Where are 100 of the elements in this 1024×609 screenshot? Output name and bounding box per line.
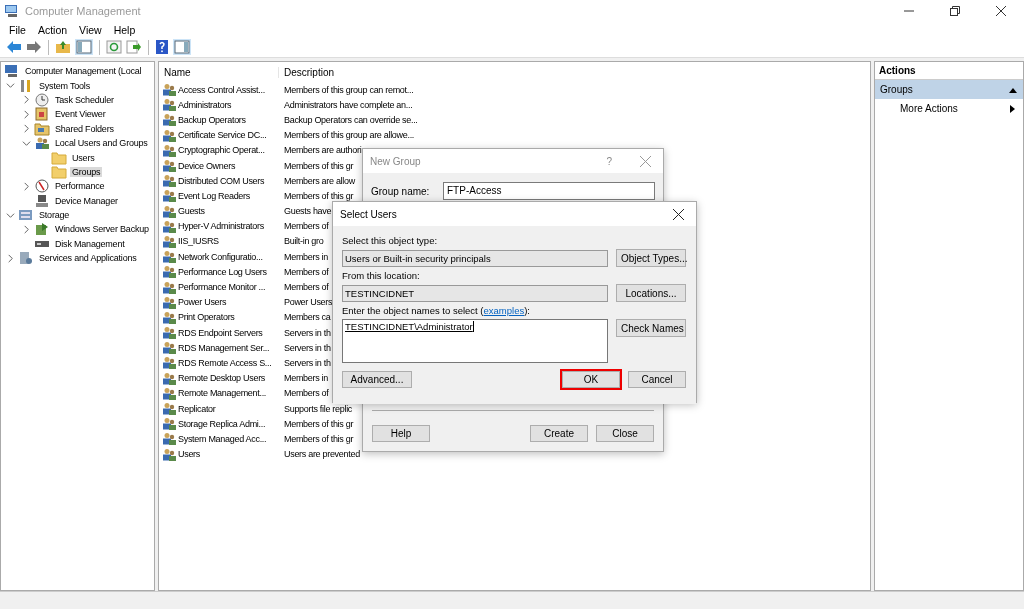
tree-item[interactable]: Shared Folders <box>53 123 116 134</box>
locations-button[interactable]: Locations... <box>616 284 686 302</box>
group-icon <box>162 341 176 355</box>
tree-item[interactable]: Computer Management (Local <box>23 66 144 77</box>
group-name[interactable]: Cryptographic Operat... <box>178 145 265 156</box>
tree-item[interactable]: Groups <box>70 166 103 177</box>
group-name[interactable]: Distributed COM Users <box>178 175 265 186</box>
chevron-right-icon[interactable] <box>22 109 31 119</box>
group-description: Members of <box>284 388 329 399</box>
group-name[interactable]: Administrators <box>178 99 232 110</box>
group-name[interactable]: Power Users <box>178 297 227 308</box>
group-icon <box>162 98 176 112</box>
group-name[interactable]: Event Log Readers <box>178 190 250 201</box>
dialog-button[interactable]: Help <box>372 425 430 442</box>
group-name[interactable]: Remote Desktop Users <box>178 373 266 384</box>
chevron-down-icon[interactable] <box>6 81 15 91</box>
dialog-button[interactable]: Advanced... <box>342 371 412 388</box>
group-name[interactable]: Replicator <box>178 403 216 414</box>
tree-item[interactable]: Disk Management <box>53 238 127 249</box>
group-name[interactable]: Performance Log Users <box>178 266 267 277</box>
menu-item[interactable]: Action <box>37 23 68 36</box>
log-icon <box>34 107 50 122</box>
dialog-title: Select Users <box>340 208 398 220</box>
group-description: Servers in th <box>284 357 331 368</box>
tree-item[interactable]: Services and Applications <box>37 253 139 264</box>
chevron-right-icon[interactable] <box>22 225 31 234</box>
chevron-right-icon[interactable] <box>22 181 31 191</box>
object-names-field[interactable]: TESTINCIDNET\Administrator <box>342 319 608 363</box>
group-name[interactable]: Storage Replica Admi... <box>178 418 266 429</box>
group-name[interactable]: Users <box>178 449 200 460</box>
tree-item[interactable]: Users <box>70 152 97 163</box>
group-description: Members in <box>284 251 328 262</box>
group-name[interactable]: System Managed Acc... <box>178 433 267 444</box>
group-name[interactable]: Device Owners <box>178 160 236 171</box>
pane-toggle-icon[interactable] <box>75 39 93 55</box>
group-name[interactable]: Access Control Assist... <box>178 84 265 95</box>
group-name[interactable]: Guests <box>178 206 205 217</box>
tree-item[interactable]: Performance <box>53 181 107 192</box>
group-description: Servers in th <box>284 327 331 338</box>
group-icon <box>162 402 176 416</box>
group-name[interactable]: Print Operators <box>178 312 235 323</box>
chevron-down-icon[interactable] <box>22 138 31 148</box>
forward-arrow-icon[interactable] <box>26 40 42 54</box>
group-description: Backup Operators can override se... <box>284 114 418 125</box>
tree-item[interactable]: System Tools <box>37 80 92 91</box>
window-title: Computer Management <box>25 5 141 17</box>
tree-item[interactable]: Storage <box>37 210 72 221</box>
group-name[interactable]: Certificate Service DC... <box>178 130 267 141</box>
menu-item[interactable]: Help <box>113 23 136 36</box>
group-name-field[interactable]: FTP-Access <box>443 182 655 200</box>
object-types-button[interactable]: Object Types... <box>616 249 686 267</box>
close-icon[interactable] <box>996 6 1006 16</box>
group-description: Members are authori <box>284 145 362 156</box>
tree-item[interactable]: Event Viewer <box>53 109 108 120</box>
group-name[interactable]: Network Configuratio... <box>178 251 263 262</box>
export-icon[interactable] <box>126 40 142 54</box>
collapse-caret-icon[interactable] <box>1009 86 1017 93</box>
group-name[interactable]: IIS_IUSRS <box>178 236 219 247</box>
group-name[interactable]: RDS Endpoint Servers <box>178 327 263 338</box>
group-icon <box>162 234 176 248</box>
group-name[interactable]: Hyper-V Administrators <box>178 221 264 232</box>
help-button[interactable]: ? <box>606 155 612 167</box>
check-names-button[interactable]: Check Names <box>616 319 686 337</box>
ok-button[interactable]: OK <box>562 371 620 388</box>
group-icon <box>162 280 176 294</box>
group-name[interactable]: Remote Management... <box>178 388 267 399</box>
column-header[interactable]: Name <box>159 66 279 78</box>
field-label: Group name: <box>371 185 431 197</box>
menu-item[interactable]: File <box>9 23 26 36</box>
chevron-right-icon[interactable] <box>22 95 31 105</box>
dialog-button[interactable]: Close <box>596 425 654 442</box>
tree-item[interactable]: Windows Server Backup <box>53 224 151 235</box>
actions-section[interactable]: Groups <box>875 80 1023 99</box>
restore-icon[interactable] <box>950 6 960 16</box>
cancel-button[interactable]: Cancel <box>628 371 686 388</box>
group-icon <box>162 128 176 142</box>
menu-item[interactable]: View <box>79 23 102 36</box>
close-icon[interactable] <box>673 208 684 220</box>
chevron-right-icon[interactable] <box>22 124 31 134</box>
action-link[interactable]: More Actions <box>900 103 958 114</box>
tree-item[interactable]: Local Users and Groups <box>53 138 150 149</box>
help-icon[interactable] <box>155 39 169 55</box>
chevron-right-icon[interactable] <box>6 253 15 263</box>
group-name[interactable]: RDS Management Ser... <box>178 342 270 353</box>
group-description: Members of this group can remot... <box>284 84 414 95</box>
column-header[interactable]: Description <box>279 66 335 78</box>
tree-item[interactable]: Device Manager <box>53 195 120 206</box>
chevron-down-icon[interactable] <box>6 210 15 220</box>
group-description: Administrators have complete an... <box>284 99 413 110</box>
group-name[interactable]: RDS Remote Access S... <box>178 357 272 368</box>
refresh-icon[interactable] <box>106 40 122 54</box>
tree-item[interactable]: Task Scheduler <box>53 94 116 105</box>
folder-up-icon[interactable] <box>55 40 71 54</box>
group-icon <box>162 447 176 461</box>
group-icon <box>162 159 176 173</box>
gauge-icon <box>34 179 50 194</box>
dialog-button[interactable]: Create <box>530 425 588 442</box>
group-name[interactable]: Backup Operators <box>178 114 246 125</box>
group-name[interactable]: Performance Monitor ... <box>178 282 266 293</box>
back-arrow-icon[interactable] <box>6 40 22 54</box>
